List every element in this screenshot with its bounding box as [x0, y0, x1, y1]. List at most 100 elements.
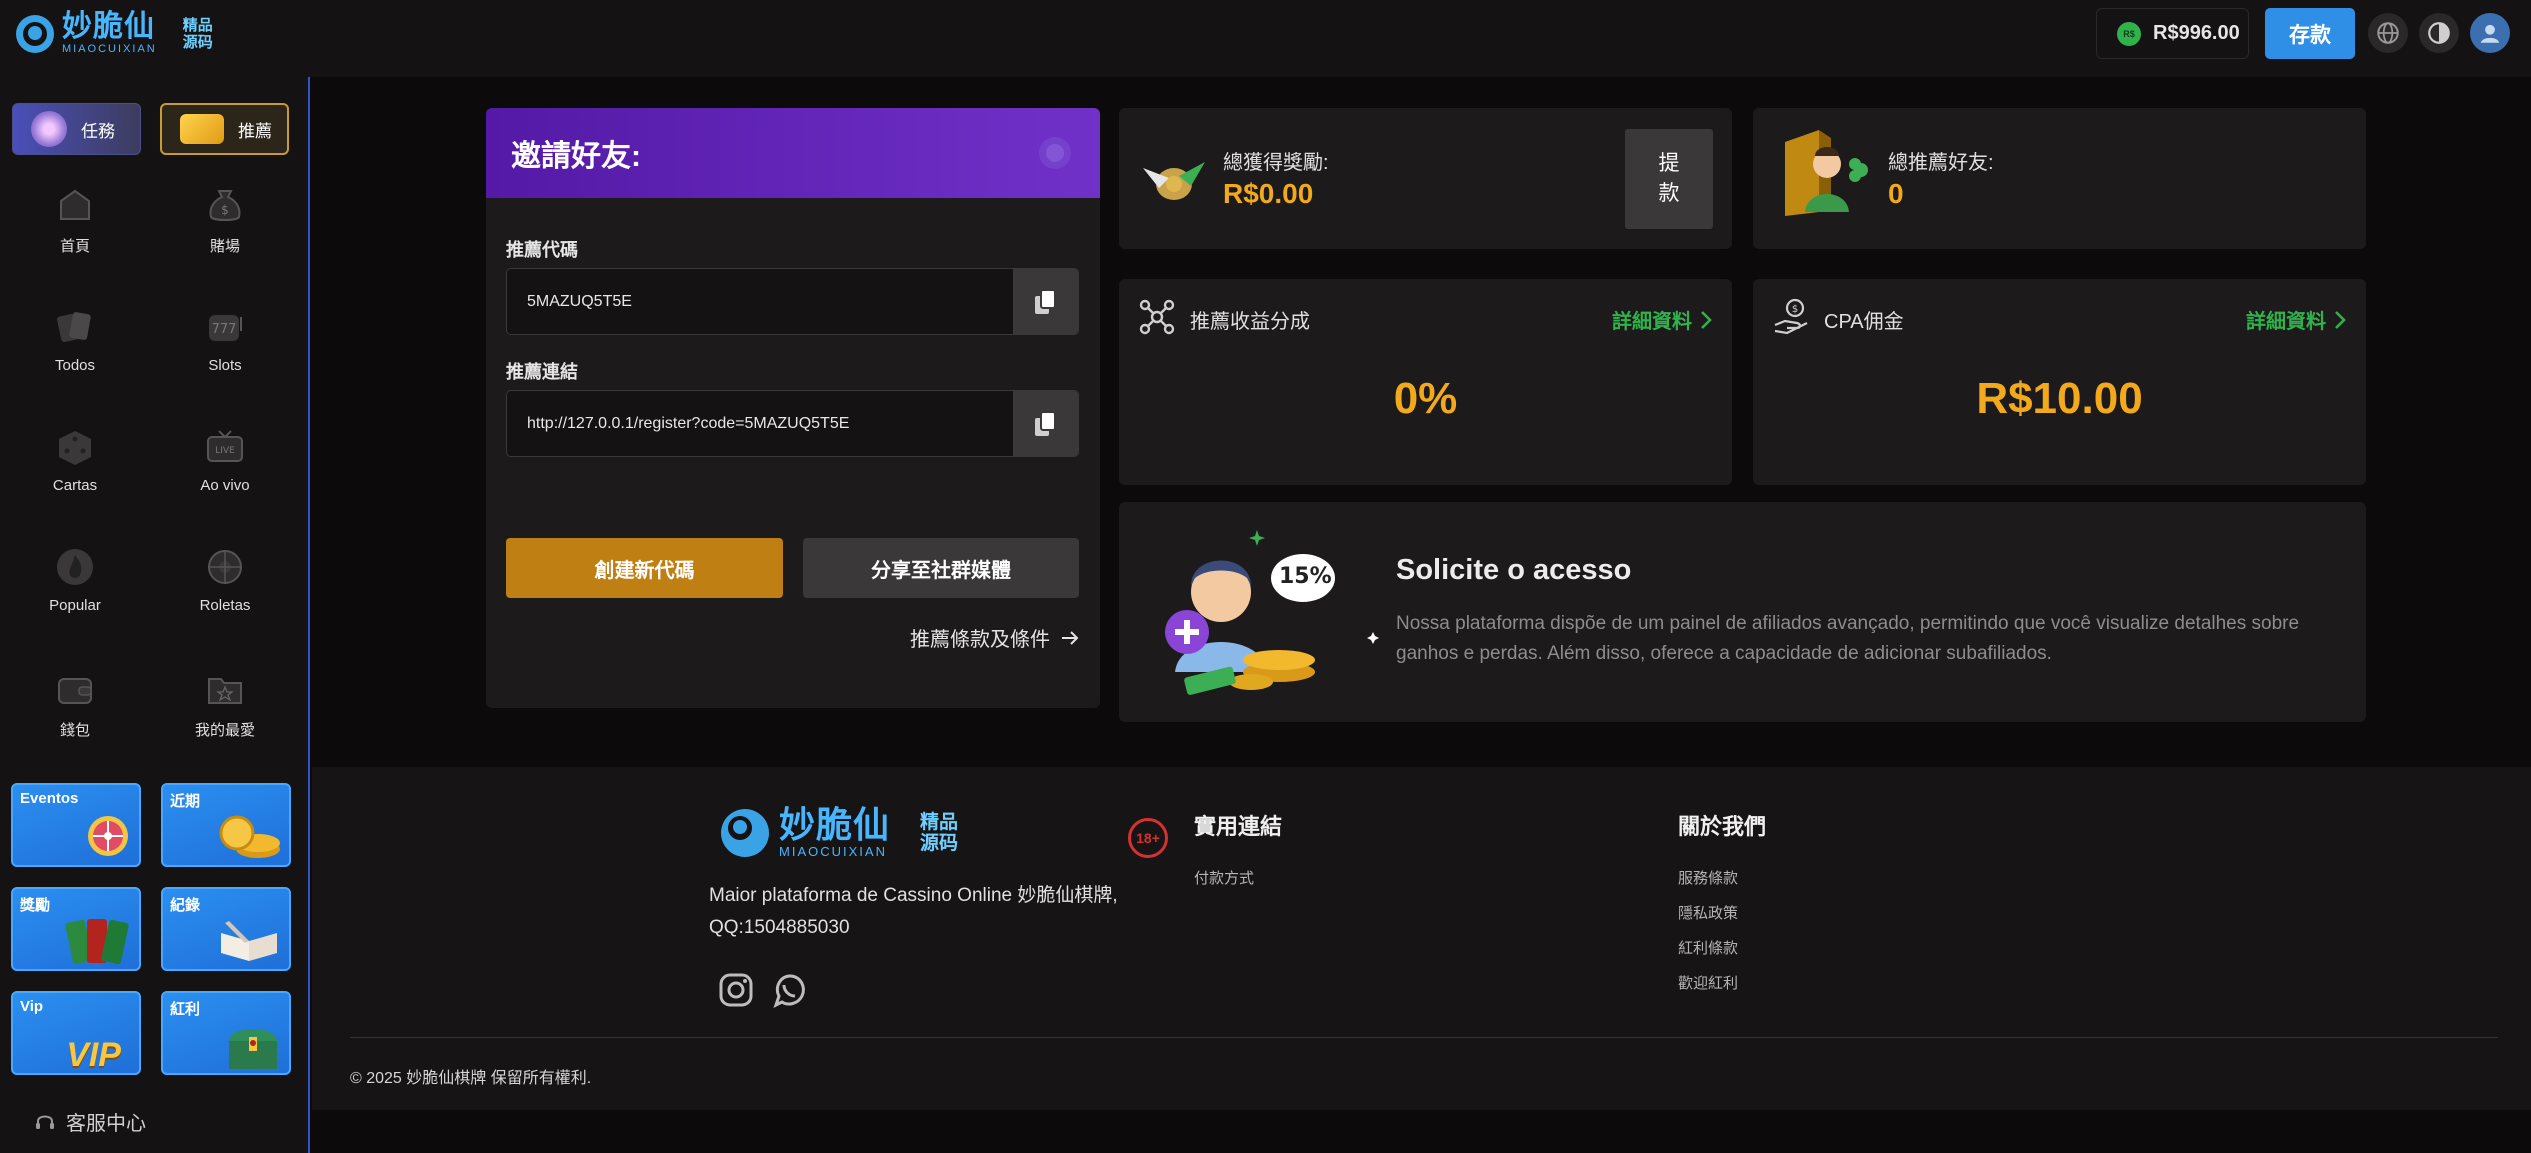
referral-button[interactable]: 推薦 — [160, 103, 289, 155]
cards-reward-icon — [65, 919, 129, 965]
svg-text:$: $ — [221, 203, 229, 217]
nav-label: 我的最愛 — [194, 722, 255, 739]
deposit-button[interactable]: 存款 — [2265, 8, 2355, 59]
promo-records[interactable]: 紀錄 — [161, 887, 291, 971]
details-label: 詳細資料 — [2246, 311, 2326, 333]
site-logo[interactable]: 妙脆仙 MIAOCUIXIAN 精品 源码 — [16, 12, 213, 55]
footer-link-bonus-terms[interactable]: 紅利條款 — [1678, 937, 1738, 958]
revenue-share-details-link[interactable]: 詳細資料 — [1612, 305, 1712, 334]
sparkle-icon — [1249, 530, 1379, 644]
footer-logo-subtitle: MIAOCUIXIAN — [779, 844, 887, 859]
globe-icon — [2377, 22, 2399, 44]
balance-display[interactable]: R$ R$996.00 — [2096, 8, 2249, 59]
hand-coin-icon: $ — [1774, 298, 1808, 335]
promo-label: 紀錄 — [170, 897, 201, 914]
create-code-button[interactable]: 創建新代碼 — [506, 538, 783, 598]
logo-badge-line: 精品 — [182, 16, 213, 34]
logo-badge-line: 精品 — [920, 811, 959, 833]
affiliate-description: Nossa plataforma dispõe de um painel de … — [1396, 613, 2300, 664]
currency-coin-icon: R$ — [2117, 21, 2141, 46]
copy-icon — [1034, 410, 1056, 436]
logo-title: 妙脆仙 — [62, 10, 155, 43]
user-icon — [2480, 24, 2500, 43]
referral-code-value: 5MAZUQ5T5E — [527, 293, 632, 310]
footer-link-terms[interactable]: 服務條款 — [1678, 867, 1738, 888]
customer-service-label: 客服中心 — [66, 1113, 146, 1135]
promo-recent[interactable]: 近期 — [161, 783, 291, 867]
promo-label: 獎勵 — [20, 897, 51, 914]
copy-code-button[interactable] — [1013, 269, 1078, 334]
footer-logo-title: 妙脆仙 — [779, 804, 891, 845]
arrow-right-icon — [1062, 630, 1079, 645]
cpa-commission-card: $ CPA佣金 詳細資料 R$10.00 — [1753, 279, 2366, 485]
theme-toggle-button[interactable] — [2419, 13, 2459, 53]
nav-wallet[interactable]: 錢包 — [0, 667, 150, 740]
nav-casino[interactable]: $ 賭場 — [150, 183, 300, 256]
nav-popular[interactable]: Popular — [0, 545, 150, 614]
referral-code-field[interactable]: 5MAZUQ5T5E — [506, 268, 1079, 335]
referral-link-field[interactable]: http://127.0.0.1/register?code=5MAZUQ5T5… — [506, 390, 1079, 457]
share-social-button[interactable]: 分享至社群媒體 — [803, 538, 1079, 598]
promo-eventos[interactable]: Eventos — [11, 783, 141, 867]
balance-amount: R$996.00 — [2153, 22, 2240, 44]
logo-badge-line: 源码 — [182, 33, 213, 51]
svg-text:777: 777 — [212, 322, 237, 337]
logo-badge-line: 源码 — [920, 832, 959, 854]
promo-label: 近期 — [170, 793, 201, 810]
age-restriction-badge: 18+ — [1128, 818, 1168, 858]
total-friends-value: 0 — [1888, 178, 1904, 209]
task-label: 任務 — [81, 121, 115, 141]
revenue-share-label: 推薦收益分成 — [1190, 311, 1310, 333]
about-heading: 關於我們 — [1678, 814, 1767, 839]
wallet-icon — [58, 678, 92, 704]
total-reward-value: R$0.00 — [1223, 178, 1314, 209]
promo-rewards[interactable]: 獎勵 — [11, 887, 141, 971]
footer-link-welcome-bonus[interactable]: 歡迎紅利 — [1678, 972, 1738, 993]
terms-link[interactable]: 推薦條款及條件 — [910, 623, 1080, 652]
promo-label: 紅利 — [170, 1001, 201, 1018]
footer-link-payment[interactable]: 付款方式 — [1194, 867, 1254, 888]
footer-desc-line: Maior plataforma de Cassino Online 妙脆仙棋牌… — [709, 885, 1118, 906]
money-bag-icon: $ — [209, 190, 241, 221]
promo-vip[interactable]: Vip VIP — [11, 991, 141, 1075]
nav-cartas[interactable]: Cartas — [0, 425, 150, 494]
nav-label: Popular — [49, 597, 101, 614]
referral-label: 推薦 — [238, 121, 272, 141]
nav-label: Ao vivo — [200, 477, 250, 494]
vip-badge-icon: VIP — [66, 1036, 121, 1074]
promo-label: Vip — [20, 998, 44, 1015]
footer-logo[interactable]: 妙脆仙 MIAOCUIXIAN 精品 源码 — [721, 807, 958, 858]
nav-label: Cartas — [52, 477, 98, 494]
nav-label: 首頁 — [59, 238, 90, 255]
logo-mark-icon — [16, 14, 54, 53]
nav-slots[interactable]: 777 Slots — [150, 305, 300, 374]
nav-todos[interactable]: Todos — [0, 305, 150, 374]
footer-link-privacy[interactable]: 隱私政策 — [1678, 902, 1738, 923]
nav-roulette[interactable]: Roletas — [150, 545, 300, 614]
flame-icon — [57, 549, 93, 585]
language-button[interactable] — [2368, 13, 2408, 53]
promo-bonus[interactable]: 紅利 — [161, 991, 291, 1075]
revenue-share-card: 推薦收益分成 詳細資料 0% — [1119, 279, 1732, 485]
open-book-icon — [221, 921, 277, 961]
nav-label: 賭場 — [209, 238, 240, 255]
friends-trophy-icon — [1785, 130, 1868, 216]
whatsapp-icon[interactable] — [770, 971, 808, 1009]
user-avatar-button[interactable] — [2470, 13, 2510, 53]
nav-live[interactable]: LIVE Ao vivo — [150, 425, 300, 494]
task-button[interactable]: 任務 — [12, 103, 141, 155]
logo-badge: 精品 源码 — [183, 17, 213, 51]
nav-home[interactable]: 首頁 — [0, 183, 150, 256]
instagram-icon[interactable] — [717, 971, 755, 1009]
withdraw-button[interactable]: 提款 — [1625, 129, 1713, 229]
referral-link-value: http://127.0.0.1/register?code=5MAZUQ5T5… — [527, 415, 850, 432]
invite-header: 邀請好友: — [486, 108, 1100, 198]
copy-link-button[interactable] — [1013, 391, 1078, 456]
top-bar: 妙脆仙 MIAOCUIXIAN 精品 源码 R$ R$996.00 存款 — [0, 0, 2531, 77]
cpa-details-link[interactable]: 詳細資料 — [2246, 305, 2346, 334]
nav-favorites[interactable]: 我的最愛 — [150, 667, 300, 740]
customer-service-link[interactable]: 客服中心 — [34, 1107, 146, 1136]
gold-bars-icon — [180, 114, 224, 144]
network-icon — [1139, 299, 1175, 335]
footer: 妙脆仙 MIAOCUIXIAN 精品 源码 Maior plataforma d… — [312, 767, 2531, 1110]
